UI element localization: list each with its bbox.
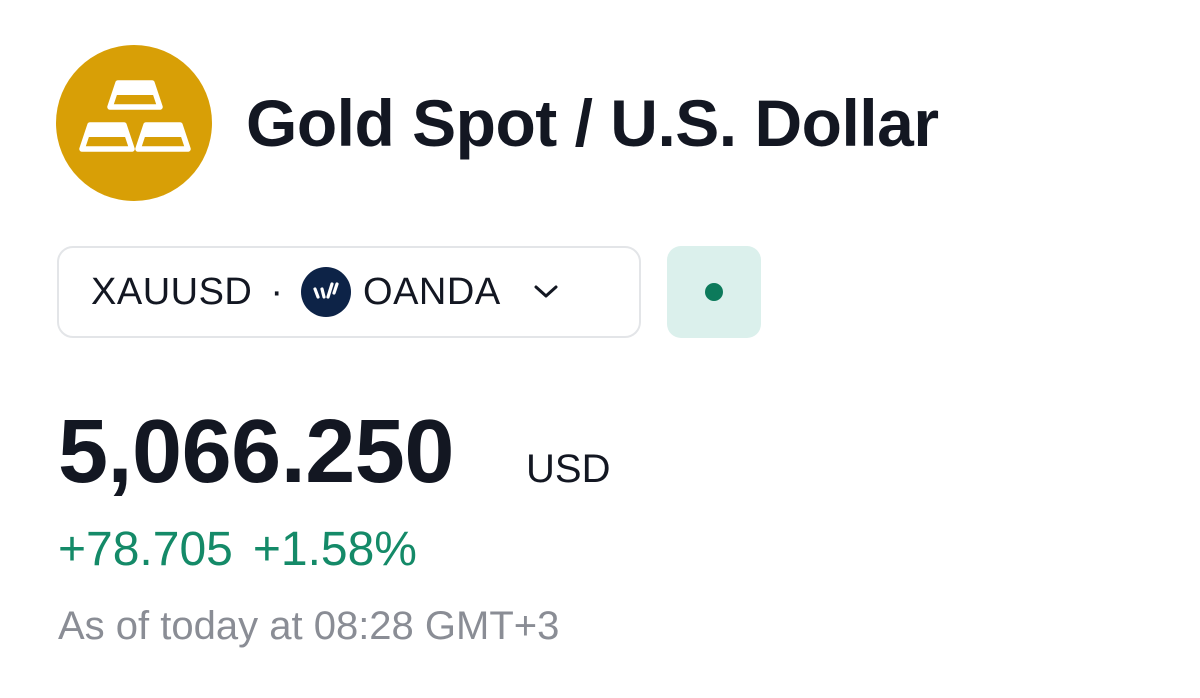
gold-bars-icon: [56, 45, 212, 201]
last-price: 5,066.250: [58, 402, 454, 502]
change-percent: +1.58%: [252, 523, 417, 576]
exchange-label: OANDA: [363, 270, 501, 313]
price-currency: USD: [526, 447, 611, 491]
ticker-label: XAUUSD: [91, 270, 253, 313]
page-title: Gold Spot / U.S. Dollar: [246, 86, 939, 160]
symbol-selector[interactable]: XAUUSD · OANDA: [57, 246, 641, 338]
chevron-down-icon: [533, 284, 559, 300]
symbol-header: Gold Spot / U.S. Dollar XAUUSD · OANDA 5…: [0, 0, 1200, 698]
market-status-button[interactable]: [667, 246, 761, 338]
oanda-logo-icon: [301, 267, 352, 317]
price-change: +78.705 +1.58%: [58, 520, 417, 580]
change-absolute: +78.705: [58, 523, 233, 576]
quote-timestamp: As of today at 08:28 GMT+3: [58, 604, 560, 648]
market-status-dot-icon: [705, 283, 723, 301]
separator: ·: [270, 270, 284, 313]
